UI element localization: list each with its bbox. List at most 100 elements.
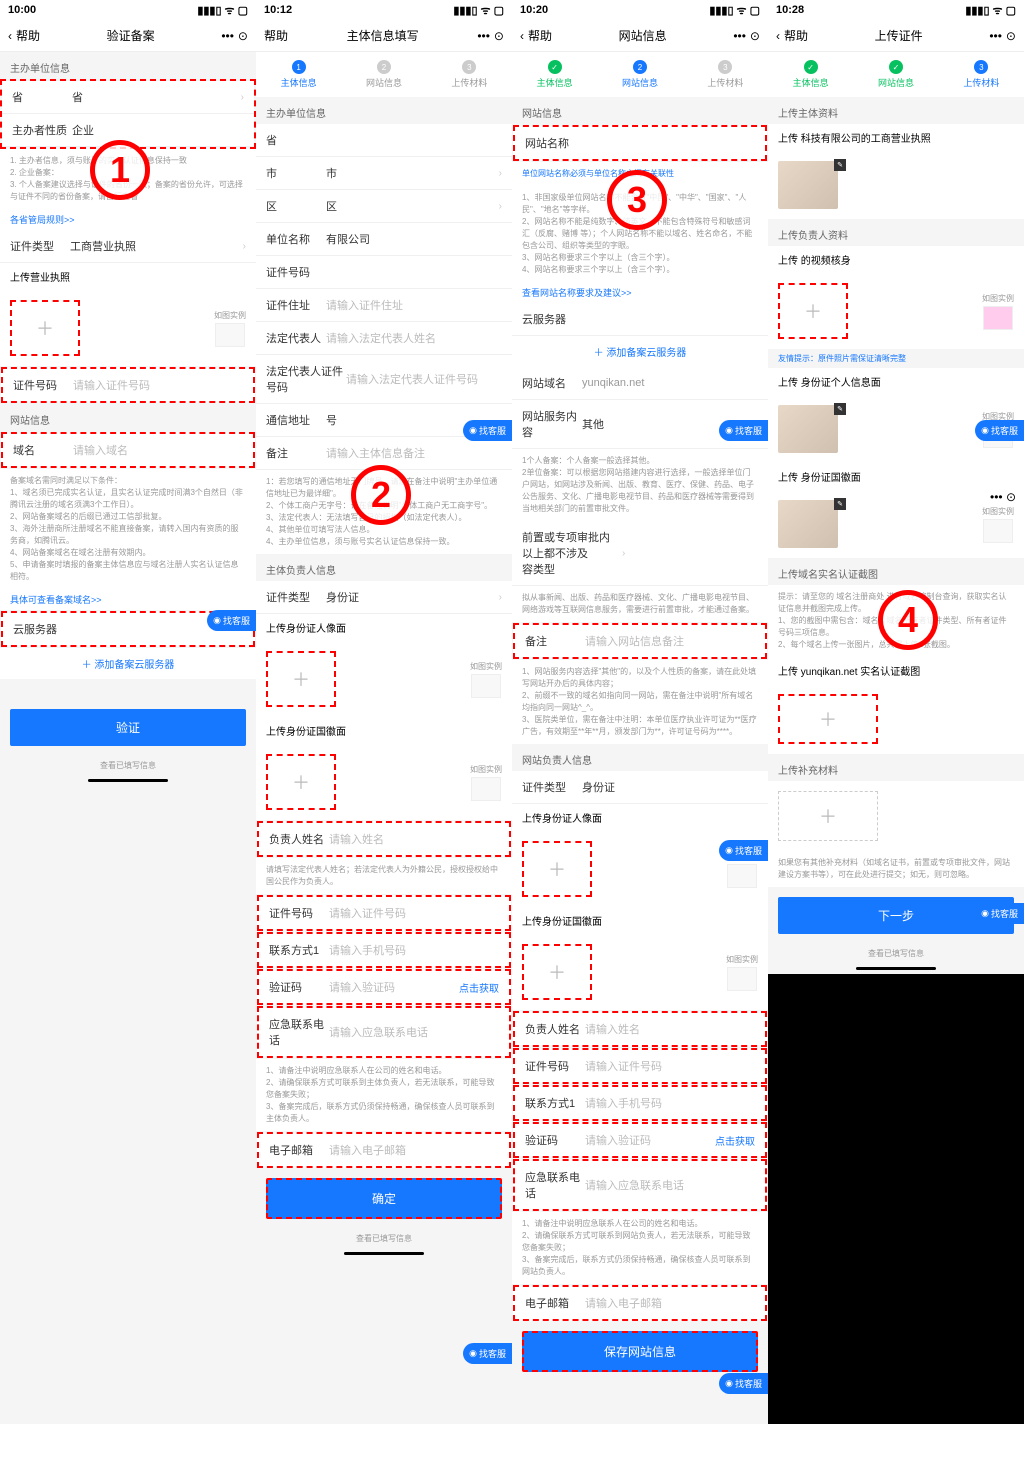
back-icon[interactable]: ‹ — [520, 29, 524, 43]
mgrname-row[interactable]: 负责人姓名请输入姓名 — [257, 821, 511, 857]
cert-type-row[interactable]: 证件类型工商营业执照› — [0, 230, 256, 263]
vcode-row[interactable]: 验证码请输入验证码点击获取 — [257, 969, 511, 1005]
target-icon[interactable]: ⊙ — [750, 29, 760, 43]
customer-service-3[interactable]: 找客服 — [719, 1373, 768, 1394]
add-cloud[interactable]: ＋ 添加备案云服务器 — [512, 336, 768, 367]
upload-video-box[interactable]: ＋ — [778, 283, 848, 339]
customer-service-2[interactable]: 找客服 — [975, 903, 1024, 924]
face-thumb[interactable] — [778, 405, 838, 453]
more-overlay[interactable]: ••• ⊙ — [990, 490, 1016, 504]
back-icon[interactable]: ‹ — [776, 29, 780, 43]
upload-back-label: 上传 身份证国徽面 — [768, 463, 1024, 490]
upload-face-label: 上传身份证人像面 — [256, 614, 512, 641]
mgrid-row[interactable]: 证件号码请输入证件号码 — [257, 895, 511, 931]
legal-row[interactable]: 法定代表人请输入法定代表人姓名 — [256, 322, 512, 355]
marker-3: 3 — [607, 170, 667, 230]
section-extra: 上传补充材料 — [768, 754, 1024, 781]
verify-button[interactable]: 验证 — [10, 709, 246, 746]
customer-service-2[interactable]: 找客服 — [719, 840, 768, 861]
upload-face-box[interactable]: ＋ — [266, 651, 336, 707]
more-icon[interactable]: ••• — [989, 29, 1002, 43]
cloud-row[interactable]: 云服务器 — [512, 303, 768, 336]
sitename-row[interactable]: 网站名称 — [513, 125, 767, 161]
more-icon[interactable]: ••• — [733, 29, 746, 43]
phone-row[interactable]: 联系方式1请输入手机号码 — [513, 1085, 767, 1121]
screen-1: 1 10:00▮▮▮▯ᯤ▢ ‹帮助 验证备案 •••⊙ 主办单位信息 省省› 主… — [0, 0, 256, 1424]
help-link[interactable]: 帮助 — [784, 27, 808, 44]
customer-service[interactable]: 找客服 — [207, 610, 256, 631]
screen-3: 3 10:20▮▮▮▯ᯤ▢ ‹帮助 网站信息 •••⊙ ✓主体信息 2网站信息 … — [512, 0, 768, 1424]
customer-service[interactable]: 找客服 — [975, 420, 1024, 441]
save-button[interactable]: 保存网站信息 — [522, 1331, 758, 1372]
help-link[interactable]: 帮助 — [16, 27, 40, 44]
rules-link[interactable]: 各省管局规则>> — [0, 209, 256, 230]
steps: ✓主体信息 ✓网站信息 3上传材料 — [768, 52, 1024, 97]
section-mgr: 上传负责人资料 — [768, 219, 1024, 246]
upload-video-label: 上传 的视频核身 — [768, 246, 1024, 273]
mgrcert-row[interactable]: 证件类型身份证 — [512, 771, 768, 804]
clear-tip: 友情提示：原件照片需保证清晰完整 — [768, 349, 1024, 368]
section-org: 上传主体资料 — [768, 97, 1024, 124]
help-link[interactable]: 帮助 — [264, 27, 288, 44]
status-bar: 10:28▮▮▮▯ᯤ▢ — [768, 0, 1024, 20]
customer-service-2[interactable]: 找客服 — [463, 1343, 512, 1364]
svc-tips: 1个人备案：个人备案一般选择其他。 2单位备案：可以根据您网站搭建内容进行选择，… — [512, 449, 768, 521]
mgrname-row[interactable]: 负责人姓名请输入姓名 — [513, 1011, 767, 1047]
certno-row: 证件号码 — [256, 256, 512, 289]
target-icon[interactable]: ⊙ — [238, 29, 248, 43]
confirm-button[interactable]: 确定 — [266, 1178, 502, 1219]
view-filled[interactable]: 查看已填写信息 — [768, 944, 1024, 963]
checkdomain-link[interactable]: 具体可查看备案域名>> — [0, 589, 256, 610]
black-fill — [768, 974, 1024, 1424]
more-icon[interactable]: ••• — [477, 29, 490, 43]
home-indicator — [856, 967, 936, 970]
steps: ✓主体信息 2网站信息 3上传材料 — [512, 52, 768, 97]
help-link[interactable]: 帮助 — [528, 27, 552, 44]
phone-row[interactable]: 联系方式1请输入手机号码 — [257, 932, 511, 968]
emerg-row[interactable]: 应急联系电话请输入应急联系电话 — [513, 1159, 767, 1211]
lic-thumb[interactable] — [778, 161, 838, 209]
upload-real-box[interactable]: ＋ — [778, 694, 878, 744]
upload-back-box[interactable]: ＋ — [266, 754, 336, 810]
section-mgr: 网站负责人信息 — [512, 744, 768, 771]
view-filled[interactable]: 查看已填写信息 — [256, 1229, 512, 1248]
customer-service[interactable]: 找客服 — [719, 420, 768, 441]
target-icon[interactable]: ⊙ — [494, 29, 504, 43]
emerg-tips: 1、请备注中说明应急联系人在公司的姓名和电话。 2、请确保联系方式可联系到网站负… — [512, 1212, 768, 1284]
section-site: 网站信息 — [512, 97, 768, 124]
pre-row[interactable]: 前置或专项审批内 以上都不涉及 容类型› — [512, 521, 768, 586]
back-thumb[interactable] — [778, 500, 838, 548]
upload-extra-box[interactable]: ＋ — [778, 791, 878, 841]
mgrid-row[interactable]: 证件号码请输入证件号码 — [513, 1048, 767, 1084]
pre-tips: 拟从事新闻、出版、药品和医疗器械、文化、广播电影电视节目、网络游戏等互联网信息服… — [512, 586, 768, 622]
dist-row[interactable]: 区区› — [256, 190, 512, 223]
legalid-row[interactable]: 法定代表人证件号码请输入法定代表人证件号码 — [256, 355, 512, 404]
more-icon[interactable]: ••• — [221, 29, 234, 43]
upload-back-box[interactable]: ＋ — [522, 944, 592, 1000]
emerg-row[interactable]: 应急联系电话请输入应急联系电话 — [257, 1006, 511, 1058]
add-cloud[interactable]: ＋ 添加备案云服务器 — [0, 648, 256, 679]
email-row[interactable]: 电子邮箱请输入电子邮箱 — [257, 1132, 511, 1168]
get-code[interactable]: 点击获取 — [715, 1133, 755, 1148]
vcode-row[interactable]: 验证码请输入验证码点击获取 — [513, 1122, 767, 1158]
city-row[interactable]: 市市› — [256, 157, 512, 190]
unit-row: 单位名称有限公司 — [256, 223, 512, 256]
addr-row[interactable]: 证件住址请输入证件住址 — [256, 289, 512, 322]
province-row[interactable]: 省省› — [2, 81, 254, 114]
email-row[interactable]: 电子邮箱请输入电子邮箱 — [513, 1285, 767, 1321]
mgrcert-row[interactable]: 证件类型身份证› — [256, 581, 512, 614]
status-bar: 10:12▮▮▮▯ᯤ▢ — [256, 0, 512, 20]
domain-row: 网站域名yunqikan.net — [512, 367, 768, 400]
req-link[interactable]: 查看网站名称要求及建议>> — [512, 282, 768, 303]
upload-face-box[interactable]: ＋ — [522, 841, 592, 897]
back-icon[interactable]: ‹ — [8, 29, 12, 43]
upload-license-box[interactable]: ＋ — [10, 300, 80, 356]
cert-no-row[interactable]: 证件号码请输入证件号码 — [1, 367, 255, 403]
remark-row[interactable]: 备注请输入网站信息备注 — [513, 623, 767, 659]
customer-service[interactable]: 找客服 — [463, 420, 512, 441]
get-code[interactable]: 点击获取 — [459, 980, 499, 995]
page-title: 主体信息填写 — [347, 27, 419, 44]
domain-row[interactable]: 域名请输入域名 — [1, 432, 255, 468]
target-icon[interactable]: ⊙ — [1006, 29, 1016, 43]
view-filled[interactable]: 查看已填写信息 — [0, 756, 256, 775]
